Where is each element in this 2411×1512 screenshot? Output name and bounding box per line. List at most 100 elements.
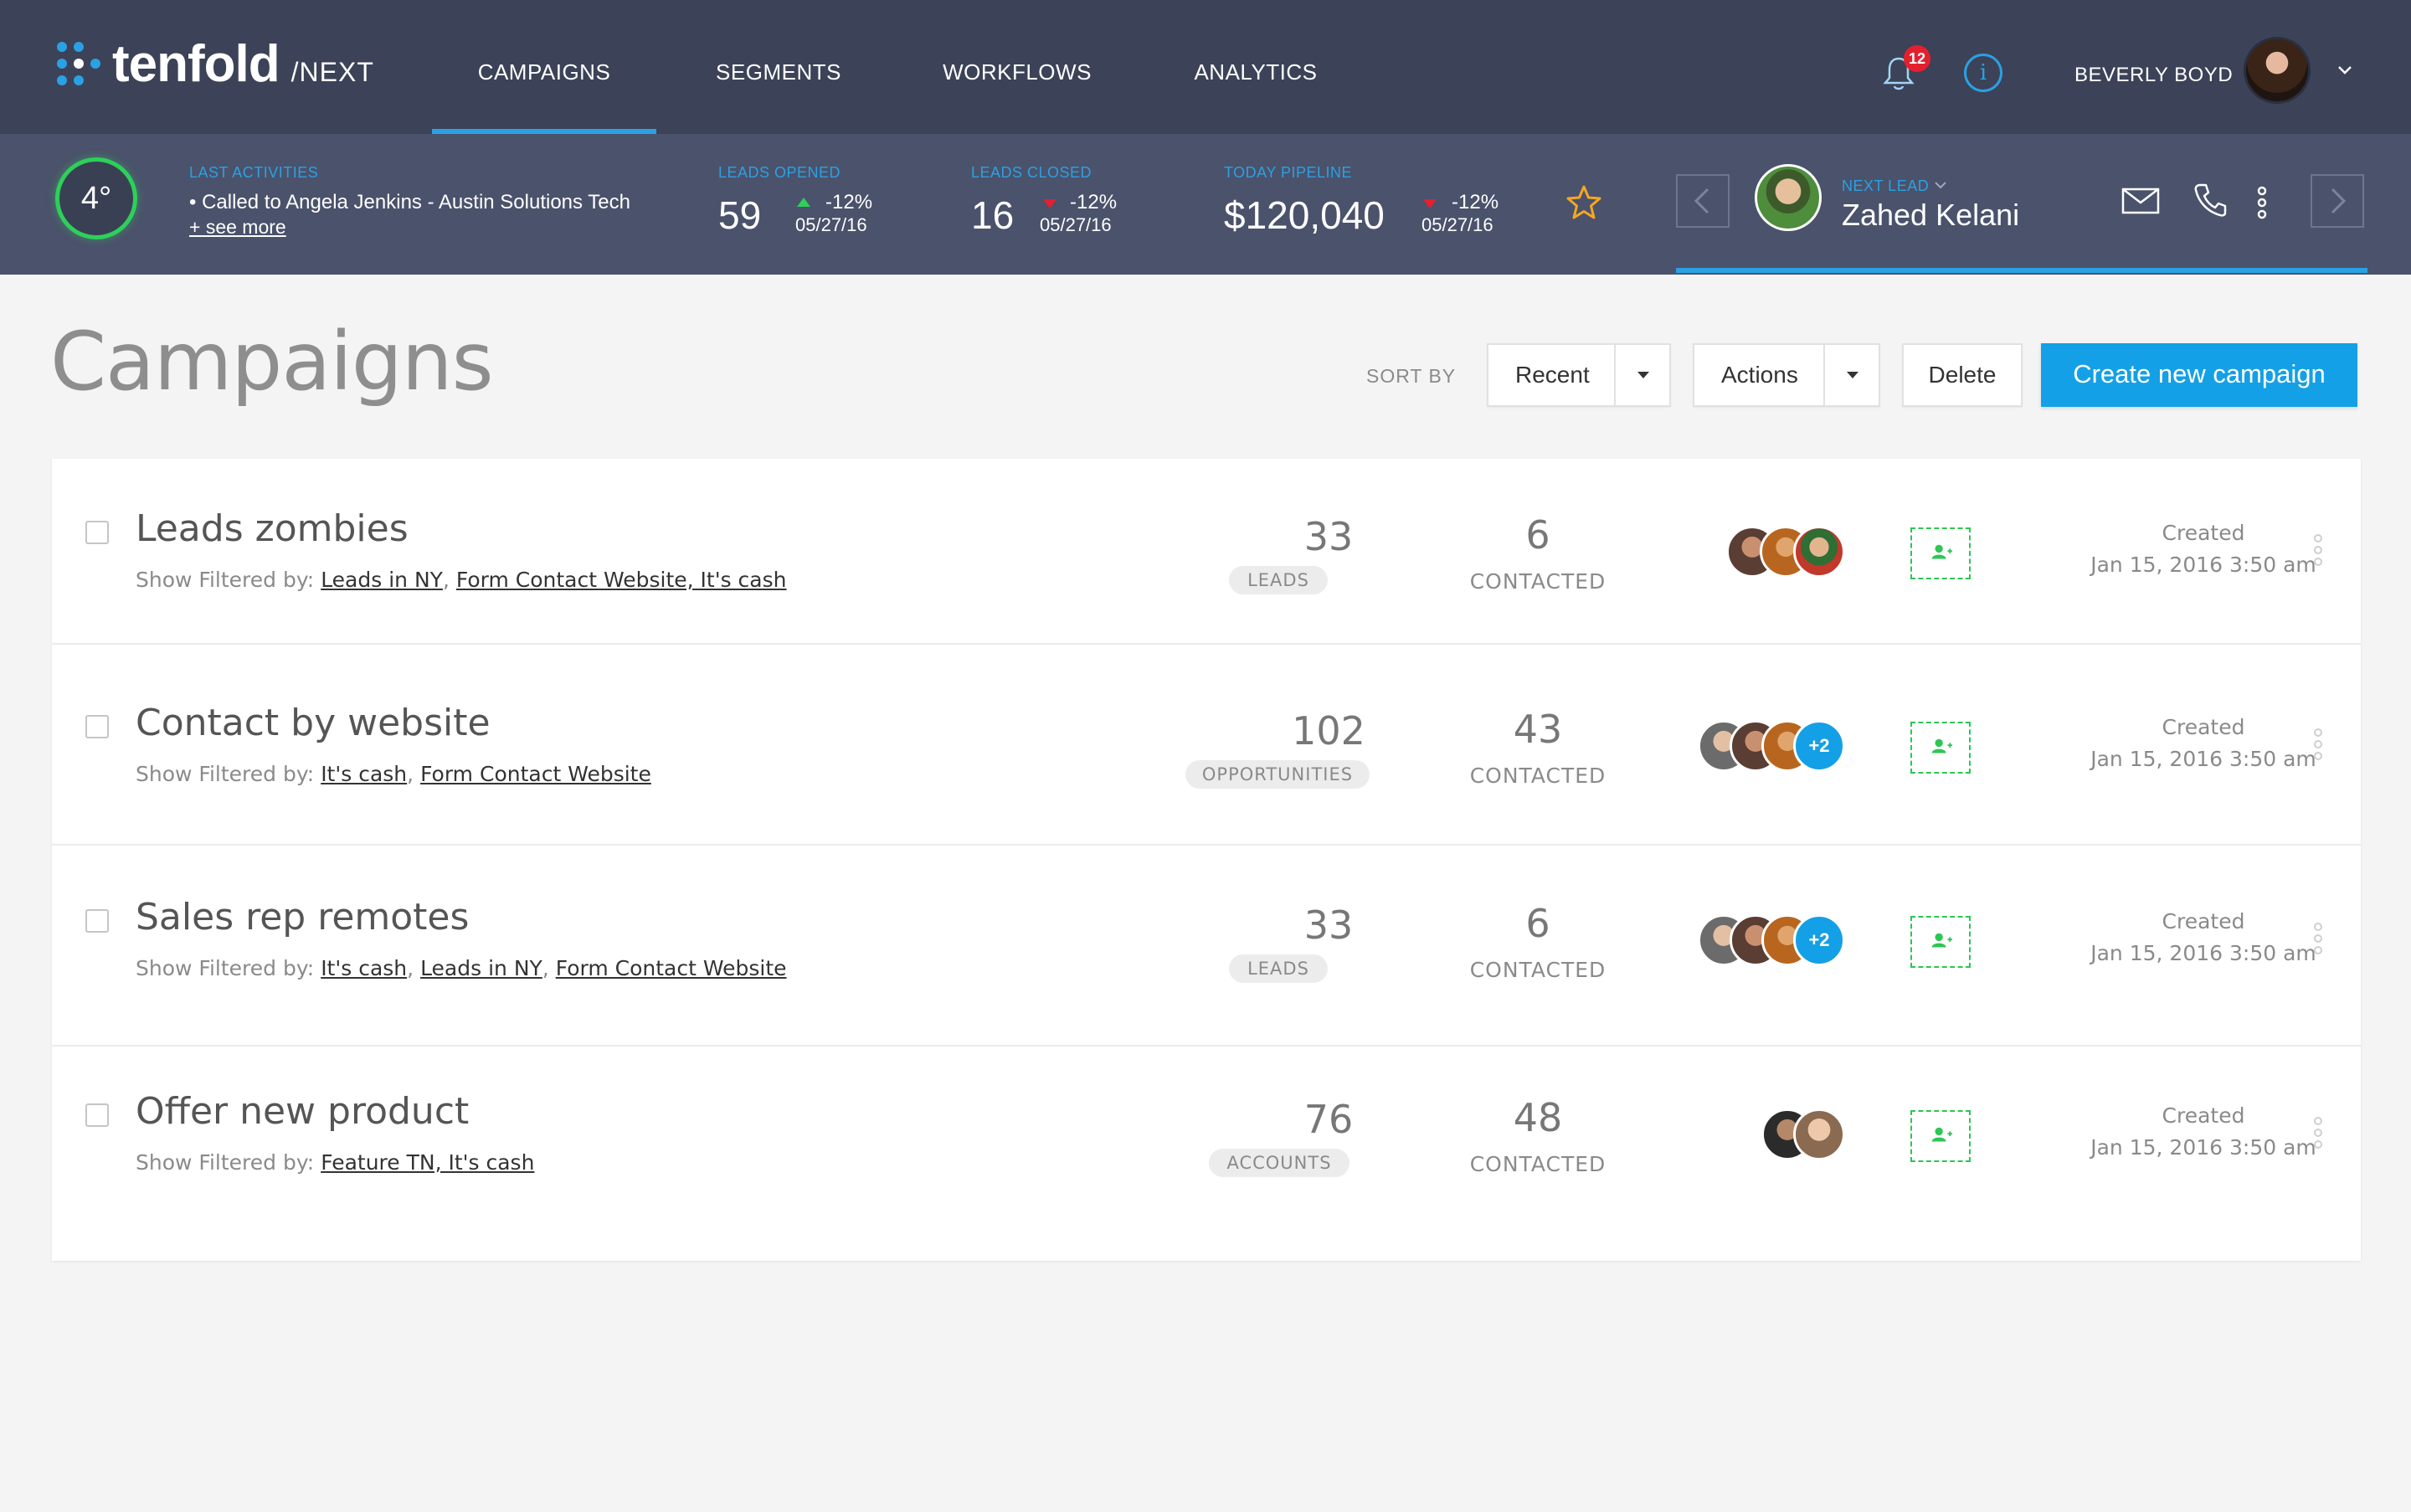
- last-activity-text: • Called to Angela Jenkins - Austin Solu…: [189, 191, 630, 213]
- pipeline-label: TODAY PIPELINE: [1224, 164, 1353, 181]
- next-lead-label[interactable]: NEXT LEAD: [1842, 177, 1929, 195]
- add-member-button[interactable]: [1910, 1110, 1971, 1162]
- leads-opened-date: 05/27/16: [795, 214, 867, 235]
- row-checkbox[interactable]: [85, 521, 109, 544]
- see-more-link[interactable]: + see more: [189, 216, 286, 239]
- metric-contacted: 6: [1525, 901, 1550, 946]
- campaign-name[interactable]: Offer new product: [136, 1090, 469, 1133]
- row-checkbox[interactable]: [85, 1103, 109, 1127]
- tab-campaigns[interactable]: CAMPAIGNS: [432, 0, 656, 134]
- top-navigation: tenfold /NEXT CAMPAIGNS SEGMENTS WORKFLO…: [0, 0, 2411, 134]
- delete-button[interactable]: Delete: [1902, 343, 2023, 407]
- campaign-filters: Show Filtered by: Leads in NY, Form Cont…: [136, 568, 787, 592]
- tab-workflows[interactable]: WORKFLOWS: [904, 0, 1130, 134]
- star-icon[interactable]: [1564, 183, 1604, 223]
- actions-label: Actions: [1721, 362, 1798, 388]
- leads-opened-change: -12%: [825, 191, 873, 213]
- user-avatar[interactable]: [2244, 37, 2311, 104]
- filter-tag[interactable]: Form Contact Website: [556, 956, 787, 980]
- avatar[interactable]: [1793, 1108, 1845, 1160]
- avatar[interactable]: [1793, 526, 1845, 578]
- add-member-button[interactable]: [1910, 527, 1971, 579]
- next-lead-indicator: [1676, 268, 2367, 273]
- sort-by-label: SORT BY: [1366, 365, 1457, 387]
- next-lead-button[interactable]: [2311, 174, 2364, 228]
- dropdown-caret-icon[interactable]: [1823, 345, 1879, 405]
- temperature-gauge: 4°: [55, 157, 137, 239]
- filter-prefix: Show Filtered by:: [136, 1150, 315, 1175]
- campaign-row[interactable]: Leads zombies Show Filtered by: Leads in…: [52, 459, 2361, 645]
- campaign-name[interactable]: Sales rep remotes: [136, 896, 469, 939]
- more-members-badge[interactable]: +2: [1793, 720, 1845, 772]
- metric-count-label: LEADS: [1229, 954, 1328, 983]
- dropdown-caret-icon[interactable]: [1614, 345, 1669, 405]
- add-user-icon: [1931, 544, 1953, 559]
- mail-icon[interactable]: [2121, 188, 2160, 214]
- app-logo[interactable]: tenfold /NEXT: [57, 35, 374, 93]
- chevron-down-icon[interactable]: [1932, 177, 1949, 193]
- pipeline-change: -12%: [1452, 191, 1499, 213]
- filter-prefix: Show Filtered by:: [136, 568, 315, 592]
- metric-count-label: OPPORTUNITIES: [1185, 760, 1370, 789]
- metric-contacted: 6: [1525, 512, 1550, 558]
- page-title: Campaigns: [50, 315, 494, 409]
- filter-tag[interactable]: Feature TN, It's cash: [321, 1150, 534, 1175]
- phone-icon[interactable]: [2193, 183, 2227, 218]
- campaign-row[interactable]: Contact by website Show Filtered by: It'…: [52, 645, 2361, 846]
- campaign-name[interactable]: Leads zombies: [136, 507, 409, 550]
- metric-contacted: 43: [1513, 707, 1563, 752]
- arrow-right-icon: [2331, 188, 2347, 214]
- leads-closed-change: -12%: [1070, 191, 1118, 213]
- row-more-icon[interactable]: [2314, 728, 2324, 764]
- row-more-icon[interactable]: [2314, 534, 2324, 569]
- campaign-name[interactable]: Contact by website: [136, 702, 491, 744]
- arrow-left-icon: [1694, 188, 1709, 214]
- chevron-down-icon[interactable]: [2336, 60, 2354, 79]
- leads-closed-value: 16: [971, 193, 1015, 237]
- trend-down-icon: [1423, 199, 1437, 208]
- filter-prefix: Show Filtered by:: [136, 956, 315, 980]
- campaign-row[interactable]: Offer new product Show Filtered by: Feat…: [52, 1047, 2361, 1261]
- metric-contacted-label: CONTACTED: [1469, 764, 1606, 788]
- leads-opened-value: 59: [718, 193, 762, 237]
- sort-dropdown[interactable]: Recent: [1487, 343, 1671, 407]
- filter-tag[interactable]: Form Contact Website: [420, 762, 651, 786]
- prev-lead-button[interactable]: [1676, 174, 1730, 228]
- filter-prefix: Show Filtered by:: [136, 762, 315, 786]
- add-member-button[interactable]: [1910, 916, 1971, 968]
- row-checkbox[interactable]: [85, 715, 109, 738]
- actions-dropdown[interactable]: Actions: [1693, 343, 1880, 407]
- row-more-icon[interactable]: [2314, 1117, 2324, 1152]
- add-user-icon: [1931, 738, 1953, 753]
- filter-tag[interactable]: It's cash: [321, 956, 407, 980]
- add-member-button[interactable]: [1910, 722, 1971, 774]
- campaign-filters: Show Filtered by: Feature TN, It's cash: [136, 1150, 534, 1175]
- campaign-filters: Show Filtered by: It's cash, Form Contac…: [136, 762, 651, 786]
- filter-tag[interactable]: It's cash: [321, 762, 407, 786]
- more-vertical-icon[interactable]: [2255, 186, 2269, 219]
- next-lead-name[interactable]: Zahed Kelani: [1842, 198, 2019, 233]
- next-lead-avatar[interactable]: [1755, 164, 1822, 231]
- trend-up-icon: [797, 198, 810, 207]
- metric-count: 33: [1303, 903, 1354, 948]
- logo-wordmark: tenfold: [112, 34, 280, 93]
- metric-contacted-label: CONTACTED: [1469, 1152, 1606, 1176]
- leads-opened-label: LEADS OPENED: [718, 164, 841, 181]
- tab-segments[interactable]: SEGMENTS: [670, 0, 887, 134]
- campaign-list: Leads zombies Show Filtered by: Leads in…: [52, 459, 2361, 1261]
- more-members-badge[interactable]: +2: [1793, 914, 1845, 966]
- row-more-icon[interactable]: [2314, 923, 2324, 958]
- create-campaign-button[interactable]: Create new campaign: [2041, 343, 2357, 407]
- add-user-icon: [1931, 1127, 1953, 1142]
- campaign-row[interactable]: Sales rep remotes Show Filtered by: It's…: [52, 846, 2361, 1047]
- tab-analytics[interactable]: ANALYTICS: [1147, 0, 1365, 134]
- leads-closed-date: 05/27/16: [1040, 214, 1112, 235]
- info-icon[interactable]: i: [1964, 54, 2002, 92]
- filter-tag[interactable]: Form Contact Website, It's cash: [456, 568, 787, 592]
- metric-count: 33: [1303, 514, 1354, 559]
- row-checkbox[interactable]: [85, 909, 109, 933]
- sort-value: Recent: [1515, 362, 1590, 388]
- filter-tag[interactable]: Leads in NY: [420, 956, 542, 980]
- user-name[interactable]: BEVERLY BOYD: [2074, 64, 2233, 87]
- filter-tag[interactable]: Leads in NY: [321, 568, 443, 592]
